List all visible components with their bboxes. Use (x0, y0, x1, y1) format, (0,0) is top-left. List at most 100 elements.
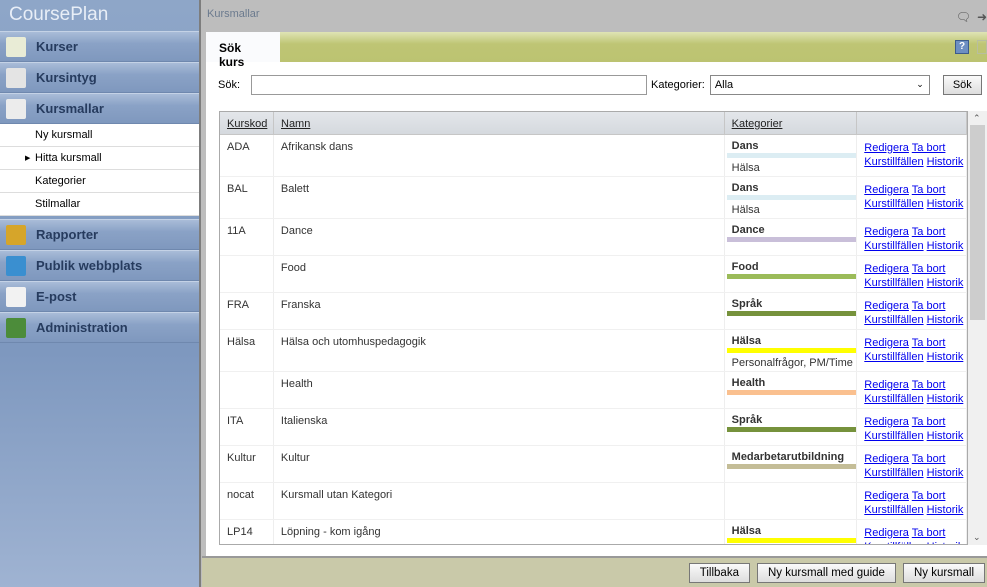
subnav-item[interactable]: Kategorier (0, 170, 199, 193)
cell-name: Afrikansk dans (274, 135, 725, 176)
subnav-label: Stilmallar (35, 198, 81, 210)
subnav-item[interactable]: Stilmallar (0, 193, 199, 216)
delete-link[interactable]: Ta bort (912, 453, 946, 465)
delete-link[interactable]: Ta bort (912, 416, 946, 428)
edit-link[interactable]: Redigera (864, 490, 909, 502)
cell-category (725, 483, 858, 519)
edit-link[interactable]: Redigera (864, 184, 909, 196)
new-template-guide-button[interactable]: Ny kursmall med guide (756, 562, 896, 583)
scroll-up-icon[interactable]: ⌃ (973, 113, 981, 124)
instances-link[interactable]: Kurstillfällen (864, 393, 923, 405)
instances-link[interactable]: Kurstillfällen (864, 198, 923, 210)
delete-link[interactable]: Ta bort (912, 379, 946, 391)
back-button[interactable]: Tillbaka (688, 562, 750, 583)
history-link[interactable]: Historik (927, 467, 964, 479)
category-select[interactable]: Alla ⌄ (709, 75, 930, 95)
nav-kursmallar[interactable]: Kursmallar (0, 93, 199, 124)
scroll-down-icon[interactable]: ⌄ (973, 532, 981, 543)
category-secondary: Hälsa (731, 204, 760, 216)
edit-link[interactable]: Redigera (864, 453, 909, 465)
history-link[interactable]: Historik (927, 277, 964, 289)
history-link[interactable]: Historik (927, 240, 964, 252)
nav-label: Kursintyg (36, 70, 97, 85)
category-value: Alla (714, 79, 734, 91)
instances-link[interactable]: Kurstillfällen (864, 504, 923, 516)
nav-publik-webbplats[interactable]: Publik webbplats (0, 250, 199, 281)
cell-name: Kursmall utan Kategori (274, 483, 725, 519)
delete-link[interactable]: Ta bort (912, 184, 946, 196)
nav-kurser[interactable]: Kurser (0, 31, 199, 62)
history-link[interactable]: Historik (927, 314, 964, 326)
help-icon[interactable]: ? (955, 40, 969, 54)
header-namn[interactable]: Namn (274, 112, 725, 134)
tab-sok-kurs[interactable]: Sök kurs (206, 32, 280, 69)
edit-link[interactable]: Redigera (864, 337, 909, 349)
category-name: Food (731, 261, 759, 273)
instances-link[interactable]: Kurstillfällen (864, 156, 923, 168)
sidebar: CoursePlan Kurser Kursintyg Kursmallar Ny … (0, 0, 201, 587)
history-link[interactable]: Historik (927, 198, 964, 210)
history-link[interactable]: Historik (927, 156, 964, 168)
cell-actions: Redigera Ta bort Kurstillfällen Historik (857, 483, 967, 519)
instances-link[interactable]: Kurstillfällen (864, 541, 923, 544)
history-link[interactable]: Historik (927, 351, 964, 363)
nav-e-post[interactable]: E-post (0, 281, 199, 312)
edit-link[interactable]: Redigera (864, 416, 909, 428)
header-kategorier[interactable]: Kategorier (725, 112, 858, 134)
instances-link[interactable]: Kurstillfällen (864, 314, 923, 326)
subnav-item[interactable]: Ny kursmall (0, 124, 199, 147)
admin-gear-icon (6, 317, 26, 338)
instances-link[interactable]: Kurstillfällen (864, 430, 923, 442)
edit-link[interactable]: Redigera (864, 300, 909, 312)
cell-code: 11A (220, 219, 274, 255)
delete-link[interactable]: Ta bort (912, 226, 946, 238)
cell-name: Hälsa och utomhuspedagogik (274, 330, 725, 371)
instances-link[interactable]: Kurstillfällen (864, 277, 923, 289)
category-color-bar (726, 237, 857, 242)
cell-actions: Redigera Ta bort Kurstillfällen Historik (857, 293, 967, 329)
instances-link[interactable]: Kurstillfällen (864, 351, 923, 363)
header-kurskod[interactable]: Kurskod (220, 112, 274, 134)
category-color-bar (726, 427, 857, 432)
category-name: Hälsa (731, 525, 762, 537)
delete-link[interactable]: Ta bort (912, 337, 946, 349)
cell-category: Dans Hälsa (725, 135, 858, 176)
category-secondary: Personalfrågor, PM/Time (731, 357, 853, 369)
edit-link[interactable]: Redigera (864, 226, 909, 238)
chat-icon[interactable]: 🗨 (956, 10, 971, 24)
delete-link[interactable]: Ta bort (912, 527, 946, 539)
history-link[interactable]: Historik (927, 541, 964, 544)
maximize-icon[interactable] (977, 40, 987, 54)
delete-link[interactable]: Ta bort (912, 142, 946, 154)
delete-link[interactable]: Ta bort (912, 300, 946, 312)
edit-link[interactable]: Redigera (864, 263, 909, 275)
new-template-button[interactable]: Ny kursmall (902, 562, 985, 583)
scrollbar[interactable]: ⌃ ⌄ (968, 111, 987, 545)
history-link[interactable]: Historik (927, 504, 964, 516)
history-link[interactable]: Historik (927, 393, 964, 405)
delete-link[interactable]: Ta bort (912, 263, 946, 275)
search-input[interactable] (251, 75, 648, 95)
cell-code: nocat (220, 483, 274, 519)
scrollbar-thumb[interactable] (970, 125, 985, 320)
instances-link[interactable]: Kurstillfällen (864, 240, 923, 252)
cell-code: ITA (220, 409, 274, 445)
nav-rapporter[interactable]: Rapporter (0, 219, 199, 250)
subnav-item[interactable]: ▶ Hitta kursmall (0, 147, 199, 170)
search-button[interactable]: Sök (942, 75, 982, 95)
category-secondary: Hälsa (731, 162, 760, 174)
cell-name: Food (274, 256, 725, 292)
logout-icon[interactable]: ➜ (977, 10, 987, 24)
nav-administration[interactable]: Administration (0, 312, 199, 343)
delete-link[interactable]: Ta bort (912, 490, 946, 502)
cell-category: Dance (725, 219, 858, 255)
edit-link[interactable]: Redigera (864, 527, 909, 539)
instances-link[interactable]: Kurstillfällen (864, 467, 923, 479)
edit-link[interactable]: Redigera (864, 379, 909, 391)
cell-code: FRA (220, 293, 274, 329)
chart-icon (6, 224, 26, 245)
edit-link[interactable]: Redigera (864, 142, 909, 154)
history-link[interactable]: Historik (927, 430, 964, 442)
nav-label: Administration (36, 320, 128, 335)
nav-kursintyg[interactable]: Kursintyg (0, 62, 199, 93)
